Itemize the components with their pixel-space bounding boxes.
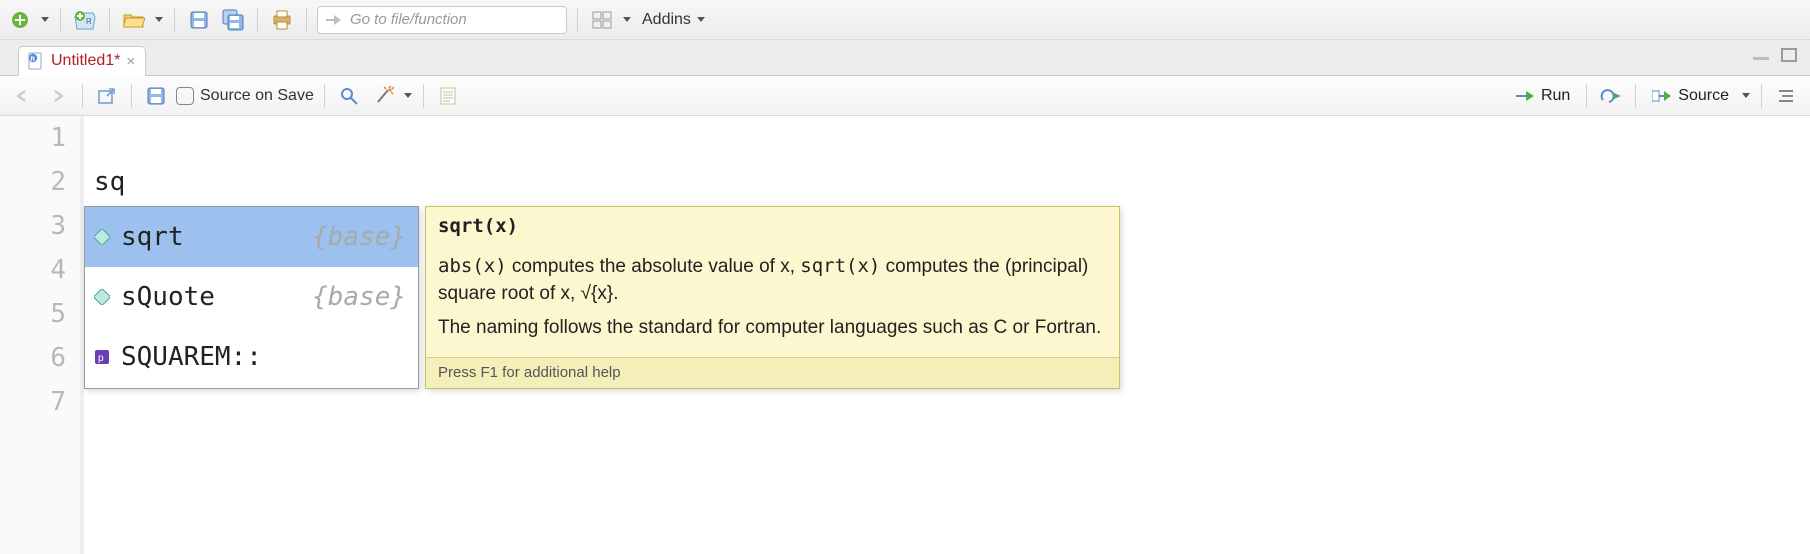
source-label: Source xyxy=(1678,87,1729,105)
autocomplete-item-name: sqrt xyxy=(121,215,184,259)
goto-input[interactable] xyxy=(348,10,528,29)
line-number-gutter: 1 2 3 4 5 6 7 xyxy=(0,116,84,554)
line-number: 6 xyxy=(0,336,66,380)
autocomplete-item[interactable]: p SQUAREM:: xyxy=(85,327,418,387)
close-tab-button[interactable]: × xyxy=(126,54,135,69)
svg-text:p: p xyxy=(98,353,104,364)
autocomplete-tooltip: sqrt(x) abs(x) computes the absolute val… xyxy=(425,206,1120,389)
toolbar-separator xyxy=(131,84,132,108)
source-arrow-icon xyxy=(1652,89,1672,103)
workspace-panes-button[interactable] xyxy=(588,6,616,34)
toolbar-separator xyxy=(306,8,307,32)
save-current-button[interactable] xyxy=(142,82,170,110)
r-script-icon: R xyxy=(27,52,45,70)
print-button[interactable] xyxy=(268,6,296,34)
line-number: 4 xyxy=(0,248,66,292)
outline-button[interactable] xyxy=(1772,82,1800,110)
new-file-button[interactable] xyxy=(6,6,34,34)
nav-forward-button[interactable] xyxy=(44,82,72,110)
tooltip-code: sqrt(x) xyxy=(800,255,880,277)
function-icon xyxy=(93,288,111,306)
file-tab[interactable]: R Untitled1* × xyxy=(18,46,146,76)
workspace-panes-dropdown[interactable] xyxy=(622,6,632,34)
save-all-button[interactable] xyxy=(219,6,247,34)
code-area[interactable]: sq sqrt {base} sQuote {base} xyxy=(84,116,1810,554)
run-label: Run xyxy=(1541,87,1570,105)
toolbar-separator xyxy=(109,8,110,32)
tooltip-signature: sqrt(x) xyxy=(426,207,1119,243)
addins-label: Addins xyxy=(642,11,691,29)
show-in-new-window-button[interactable] xyxy=(93,82,121,110)
nav-back-button[interactable] xyxy=(10,82,38,110)
code-line: sq xyxy=(94,160,1810,204)
addins-menu[interactable]: Addins xyxy=(638,11,709,29)
run-arrow-icon xyxy=(1515,89,1535,103)
line-number: 2 xyxy=(0,160,66,204)
line-number: 1 xyxy=(0,116,66,160)
code-editor[interactable]: 1 2 3 4 5 6 7 sq sqrt {base} xyxy=(0,116,1810,554)
main-toolbar: R xyxy=(0,0,1810,40)
toolbar-separator xyxy=(257,8,258,32)
open-recent-dropdown[interactable] xyxy=(154,6,164,34)
editor-tab-strip: R Untitled1* × xyxy=(0,40,1810,76)
toolbar-separator xyxy=(1635,84,1636,108)
code-tools-dropdown[interactable] xyxy=(403,82,413,110)
tooltip-footer: Press F1 for additional help xyxy=(426,357,1119,388)
line-number: 5 xyxy=(0,292,66,336)
toolbar-separator xyxy=(324,84,325,108)
toolbar-separator xyxy=(1586,84,1587,108)
line-number: 3 xyxy=(0,204,66,248)
open-file-button[interactable] xyxy=(120,6,148,34)
code-tools-button[interactable] xyxy=(369,82,397,110)
source-dropdown[interactable] xyxy=(1741,82,1751,110)
toolbar-separator xyxy=(82,84,83,108)
find-replace-button[interactable] xyxy=(335,82,363,110)
autocomplete-list[interactable]: sqrt {base} sQuote {base} p SQUAREM:: xyxy=(84,206,419,389)
maximize-pane-button[interactable] xyxy=(1778,46,1800,64)
file-tab-title: Untitled1* xyxy=(51,52,120,70)
new-file-dropdown[interactable] xyxy=(40,6,50,34)
editor-toolbar: Source on Save xyxy=(0,76,1810,116)
chevron-down-icon xyxy=(697,17,705,22)
toolbar-separator xyxy=(423,84,424,108)
rerun-button[interactable] xyxy=(1597,82,1625,110)
tooltip-body: abs(x) computes the absolute value of x,… xyxy=(426,243,1119,358)
save-button[interactable] xyxy=(185,6,213,34)
minimize-pane-button[interactable] xyxy=(1750,46,1772,64)
compile-report-button[interactable] xyxy=(434,82,462,110)
function-icon xyxy=(93,228,111,246)
line-number: 7 xyxy=(0,380,66,424)
goto-file-function-box[interactable] xyxy=(317,6,567,34)
autocomplete-item-package: {base} xyxy=(312,215,406,259)
autocomplete-item[interactable]: sQuote {base} xyxy=(85,267,418,327)
autocomplete-item[interactable]: sqrt {base} xyxy=(85,207,418,267)
toolbar-separator xyxy=(60,8,61,32)
svg-text:R: R xyxy=(86,17,92,26)
autocomplete-item-name: sQuote xyxy=(121,275,215,319)
goto-arrow-icon xyxy=(324,12,342,28)
source-on-save-label: Source on Save xyxy=(200,87,314,105)
tooltip-code: abs(x) xyxy=(438,255,507,277)
source-on-save-checkbox[interactable] xyxy=(176,87,194,105)
source-button[interactable]: Source xyxy=(1646,85,1735,107)
run-button[interactable]: Run xyxy=(1509,85,1576,107)
svg-text:R: R xyxy=(30,56,35,63)
tooltip-paragraph: The naming follows the standard for comp… xyxy=(438,314,1107,342)
package-icon: p xyxy=(93,348,111,366)
toolbar-separator xyxy=(577,8,578,32)
toolbar-separator xyxy=(174,8,175,32)
autocomplete-item-package: {base} xyxy=(312,275,406,319)
autocomplete-popup: sqrt {base} sQuote {base} p SQUAREM:: xyxy=(84,206,1120,389)
new-project-button[interactable]: R xyxy=(71,6,99,34)
autocomplete-item-name: SQUAREM:: xyxy=(121,335,262,379)
toolbar-separator xyxy=(1761,84,1762,108)
